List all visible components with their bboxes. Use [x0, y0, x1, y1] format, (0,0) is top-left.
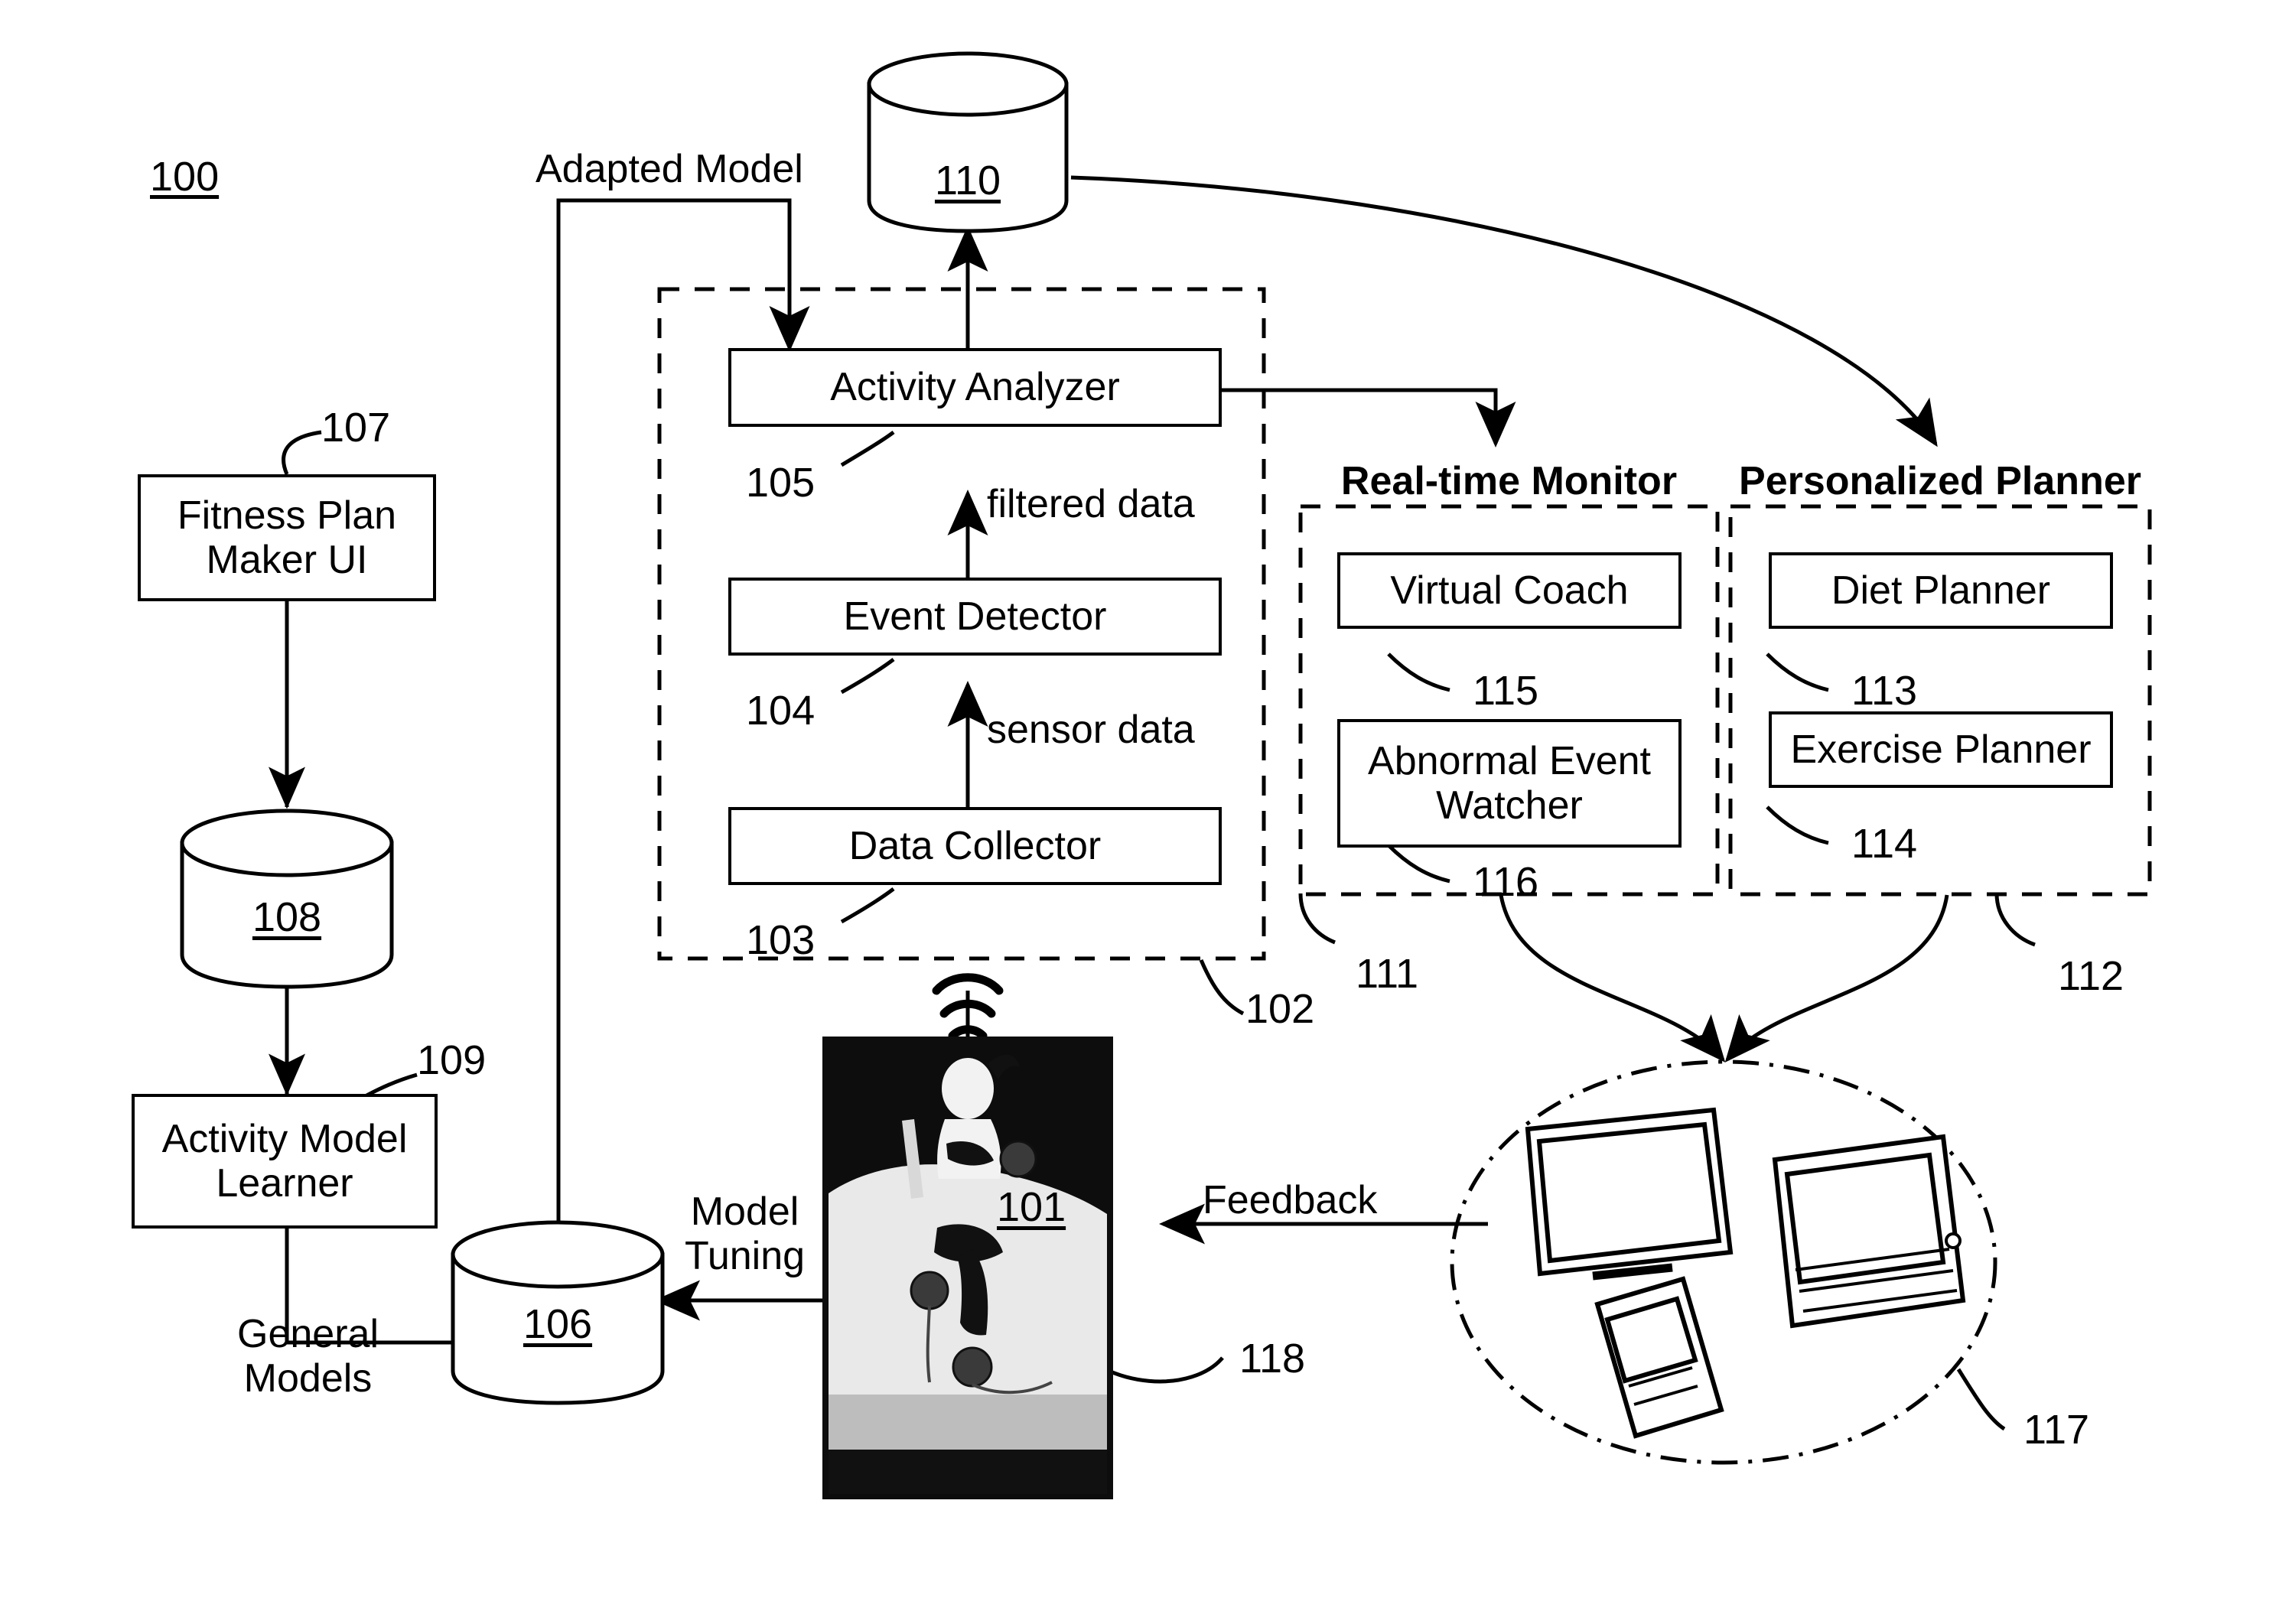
laptop-keyboard-icon	[1772, 1134, 1966, 1329]
ref-114: 114	[1851, 821, 1918, 867]
ref-104: 104	[746, 688, 816, 734]
edge-label-general-models: General Models	[237, 1312, 379, 1401]
node-exercise-planner[interactable]: Exercise Planner	[1769, 711, 2113, 788]
group-title-personalized-planner: Personalized Planner	[1739, 459, 2141, 503]
edge-label-feedback: Feedback	[1203, 1178, 1378, 1222]
node-virtual-coach[interactable]: Virtual Coach	[1337, 552, 1682, 629]
ref-103: 103	[746, 917, 816, 963]
datastore-106-label: 106	[523, 1301, 593, 1347]
ref-115: 115	[1473, 668, 1539, 714]
node-activity-analyzer[interactable]: Activity Analyzer	[728, 348, 1222, 427]
device-cloud-ellipse	[1450, 1059, 1997, 1465]
node-activity-model-learner[interactable]: Activity Model Learner	[132, 1094, 438, 1229]
ref-116: 116	[1473, 859, 1539, 905]
patent-figure-canvas: 100 107 Fitness Plan Maker UI 108 109 Ac…	[0, 0, 2292, 1624]
ref-102: 102	[1245, 986, 1315, 1032]
node-fitness-plan-maker-ui[interactable]: Fitness Plan Maker UI	[138, 474, 436, 601]
group-title-real-time-monitor: Real-time Monitor	[1340, 459, 1678, 503]
edge-label-sensor-data: sensor data	[987, 708, 1195, 752]
node-abnormal-event-watcher[interactable]: Abnormal Event Watcher	[1337, 719, 1682, 848]
tv-monitor-icon	[1525, 1107, 1734, 1281]
ref-109: 109	[417, 1037, 487, 1083]
edge-label-adapted-model: Adapted Model	[536, 147, 803, 191]
ref-105: 105	[746, 460, 816, 506]
ref-112: 112	[2058, 953, 2124, 999]
edge-label-model-tuning: Model Tuning	[685, 1190, 806, 1279]
datastore-110-shape	[867, 51, 1069, 233]
ref-107: 107	[321, 405, 391, 451]
figure-reference-number: 100	[150, 154, 220, 200]
node-event-detector[interactable]: Event Detector	[728, 578, 1222, 656]
node-data-collector[interactable]: Data Collector	[728, 807, 1222, 885]
node-diet-planner[interactable]: Diet Planner	[1769, 552, 2113, 629]
ref-118: 118	[1239, 1336, 1306, 1382]
datastore-108-label: 108	[252, 894, 322, 940]
datastore-110-label: 110	[934, 158, 1001, 203]
mobile-phone-icon	[1594, 1276, 1724, 1439]
ref-101: 101	[997, 1184, 1066, 1230]
exercising-person-photo: 101	[822, 1037, 1113, 1499]
edge-label-filtered-data: filtered data	[987, 482, 1195, 526]
ref-113: 113	[1851, 668, 1918, 714]
ref-111: 111	[1356, 951, 1419, 997]
ref-117: 117	[2023, 1407, 2090, 1453]
